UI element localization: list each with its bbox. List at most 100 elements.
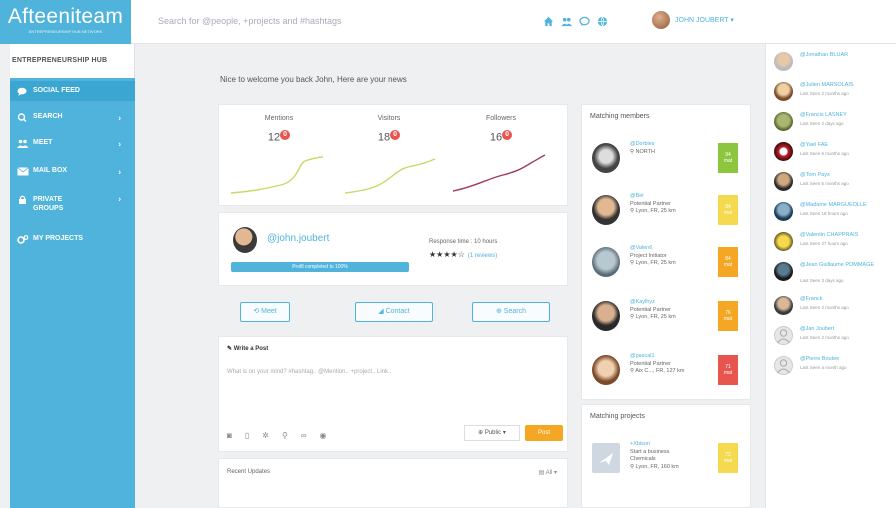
project-card[interactable]: +Xbison Start a business Chemicals ⚲ Lyon, … (588, 439, 748, 499)
sidebar-item-my-projects[interactable]: MY PROJECTS (10, 230, 135, 250)
stat-visitors[interactable]: Visitors 18 0 (339, 115, 439, 144)
user-item[interactable]: @Pierre Boutee Last Seen a month ago (774, 354, 894, 380)
member-role: Project Initiator (630, 252, 667, 259)
user-name: @Valentin CHAPPRAIS (800, 232, 859, 238)
sidebar-item-meet[interactable]: MEET › (10, 134, 135, 154)
avatar (774, 356, 793, 375)
avatar (774, 202, 793, 221)
user-menu[interactable]: JOHN JOUBERT ▾ (652, 11, 734, 29)
post-button[interactable]: Post (525, 425, 563, 441)
post-textarea[interactable]: What is on your mind? #hashtag.. @Mentio… (227, 369, 391, 375)
online-users-sidebar: @Jonathan BLUAR @Julien MARSOLAIS Last Se… (765, 44, 896, 508)
logo-text: Afteeniteam (7, 5, 124, 28)
member-info: @Dorbies ⚲ NORTH (630, 141, 655, 156)
sidebar-item-label: MAIL BOX (33, 167, 68, 174)
write-post-title: ✎ Write a Post (227, 346, 269, 352)
stat-number: 18 (377, 131, 391, 144)
person-placeholder-icon (777, 359, 790, 374)
mentions-sparkline (230, 156, 324, 194)
last-seen: Last Seen 5 months ago (800, 181, 849, 186)
chevron-right-icon: › (118, 139, 121, 149)
pin-icon[interactable]: ⚲ (282, 431, 288, 440)
member-location: ⚲ Lyon, FR, 25 km (630, 260, 676, 266)
profile-progress-bar: Profil completed to 100% (231, 262, 409, 272)
last-seen: Last Seen 2 months ago (800, 91, 849, 96)
match-score: 76 mat (718, 301, 738, 331)
user-item[interactable]: @Tom Pays Last Seen 5 months ago (774, 170, 894, 196)
panel-title: Matching projects (590, 413, 645, 420)
member-handle: @Valen6 (630, 245, 653, 251)
user-item[interactable]: @Valentin CHAPPRAIS Last Seen 27 hours ag… (774, 230, 894, 256)
search-input[interactable] (158, 16, 458, 26)
top-bar: Afteeniteam ENTREPRENEURSHIP HUB NETWORK… (0, 0, 896, 44)
user-item[interactable]: @Madame MARGUEOLLE Last Seen 18 hours ago (774, 200, 894, 226)
camera-icon[interactable]: ◙ (227, 431, 232, 440)
user-item[interactable]: @Francis LASNEY Last Seen 2 days ago (774, 110, 894, 136)
sidebar-item-label: SOCIAL FEED (33, 87, 80, 94)
sidebar-item-private-groups[interactable]: PRIVATE GROUPS › (10, 190, 135, 216)
gear-icon[interactable]: ✲ (262, 431, 269, 440)
meet-button[interactable]: ⟲ Meet (240, 302, 290, 322)
user-name: @Francis LASNEY (800, 112, 847, 118)
member-card[interactable]: @Dorbies ⚲ NORTH 94 mat (588, 139, 748, 183)
sidebar-item-search[interactable]: SEARCH › (10, 108, 135, 128)
profile-card: @john.joubert Profil completed to 100% R… (218, 212, 568, 286)
member-card[interactable]: @Bel Potential Partner ⚲ Lyon, FR, 25 km 8… (588, 191, 748, 235)
contact-button[interactable]: ◢ Contact (355, 302, 433, 322)
match-score: 72 mat (718, 443, 738, 473)
member-card[interactable]: @Kaylhyz Potential Partner ⚲ Lyon, FR, 25 … (588, 297, 748, 341)
eye-icon[interactable]: ◉ (320, 431, 327, 440)
user-name: @Jonathan BLUAR (800, 52, 849, 58)
people-icon[interactable] (561, 16, 572, 27)
matching-projects-panel: Matching projects +Xbison Start a busines… (581, 404, 751, 508)
profile-handle[interactable]: @john.joubert (267, 233, 329, 244)
stat-followers[interactable]: Followers 16 0 (451, 115, 551, 144)
last-seen: Last Seen 6 months ago (800, 151, 849, 156)
app-logo[interactable]: Afteeniteam ENTREPRENEURSHIP HUB NETWORK (0, 0, 131, 44)
search-button[interactable]: ⊕ Search (472, 302, 550, 322)
recent-updates-filter[interactable]: ▤ All ▾ (539, 469, 557, 476)
user-item[interactable]: @Franck Last Seen 2 months ago (774, 294, 894, 320)
sidebar-heading: ENTREPRENEURSHIP HUB (10, 44, 135, 78)
panel-title: Matching members (590, 113, 650, 120)
user-item[interactable]: @Jan Joubert Last Seen 2 months ago (774, 324, 894, 350)
avatar (774, 142, 793, 161)
chat-icon[interactable] (579, 16, 590, 27)
last-seen: Last Seen 2 days ago (800, 121, 844, 126)
sidebar-item-mail-box[interactable]: MAIL BOX › (10, 162, 135, 182)
link-icon[interactable]: ∞ (301, 431, 307, 440)
last-seen: Last Seen 27 hours ago (800, 241, 848, 246)
home-icon[interactable] (543, 16, 554, 27)
member-handle: @Dorbies (630, 141, 655, 147)
user-item[interactable]: @Yael FAE Last Seen 6 months ago (774, 140, 894, 166)
stat-label: Mentions (264, 115, 294, 122)
lock-icon (19, 195, 26, 204)
reviews-link[interactable]: (1 reviews) (468, 253, 497, 259)
member-info: @Valen6 Project Initiator ⚲ Lyon, FR, 25 k… (630, 245, 676, 268)
member-location: ⚲ Lyon, FR, 25 km (630, 314, 676, 320)
member-info: @Kaylhyz Potential Partner ⚲ Lyon, FR, 25 … (630, 299, 676, 322)
chevron-right-icon: › (118, 194, 121, 204)
avatar[interactable] (233, 227, 257, 253)
stat-badge: 0 (280, 130, 291, 140)
member-card[interactable]: @pascal1 Potential Partner ⚲ Aix C..., FR,… (588, 351, 748, 395)
member-handle: @pascal1 (630, 353, 655, 359)
stat-badge: 0 (390, 130, 401, 140)
member-role: Potential Partner (630, 306, 671, 313)
globe-icon[interactable] (597, 16, 608, 27)
user-item[interactable]: @Julien MARSOLAIS Last Seen 2 months ago (774, 80, 894, 106)
sidebar-item-social-feed[interactable]: SOCIAL FEED (10, 81, 135, 101)
visibility-dropdown[interactable]: ⊕ Public ▾ (464, 425, 520, 441)
document-icon[interactable]: ▯ (245, 431, 249, 440)
sidebar-item-label: MEET (33, 139, 53, 146)
member-info: @pascal1 Potential Partner ⚲ Aix C..., FR,… (630, 353, 684, 376)
sidebar-item-label: PRIVATE GROUPS (33, 196, 64, 212)
user-item[interactable]: @Jonathan BLUAR (774, 50, 894, 76)
match-score: 71 mat (718, 355, 738, 385)
match-score: 84 mat (718, 195, 738, 225)
member-handle: @Kaylhyz (630, 299, 655, 305)
sidebar: ENTREPRENEURSHIP HUB SOCIAL FEED SEARCH … (10, 44, 135, 508)
member-card[interactable]: @Valen6 Project Initiator ⚲ Lyon, FR, 25 k… (588, 243, 748, 287)
user-item[interactable]: @Jean Guillaume POMMAGE Last Seen 3 days … (774, 260, 894, 286)
stat-mentions[interactable]: Mentions 12 0 (229, 115, 329, 144)
